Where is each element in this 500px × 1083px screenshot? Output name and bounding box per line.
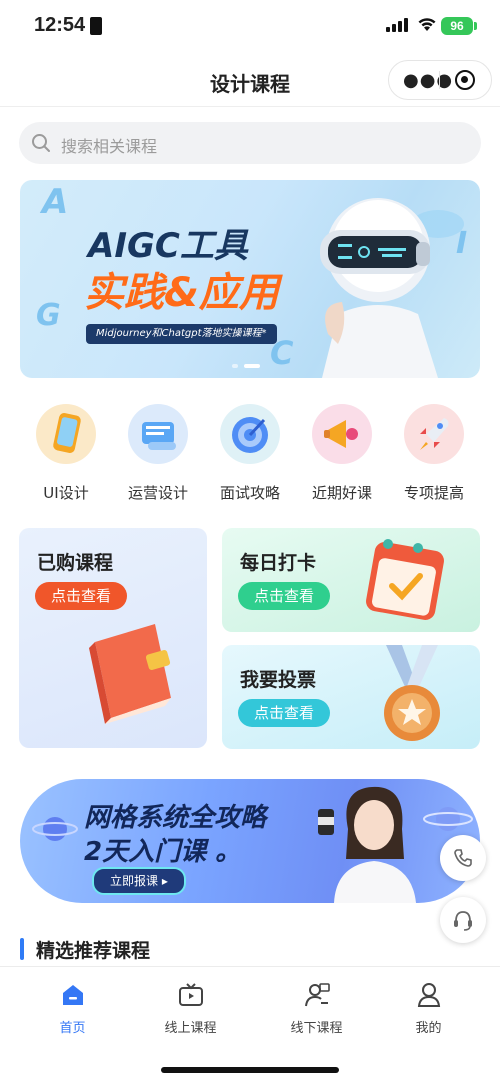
presenter-photo	[318, 786, 416, 903]
home-icon	[62, 985, 83, 1005]
category-special[interactable]: 专项提高	[388, 400, 480, 503]
card-daily-checkin[interactable]: 每日打卡 点击查看	[222, 528, 480, 632]
medal-icon	[384, 645, 440, 741]
category-recent-courses[interactable]: 近期好课	[296, 400, 388, 503]
tab-label: 线上课程	[164, 1021, 217, 1036]
carousel-dot-active[interactable]	[244, 364, 260, 368]
category-label: UI设计	[43, 484, 89, 502]
category-icon-circle	[312, 404, 372, 464]
rocket-icon	[420, 418, 449, 450]
target-icon[interactable]	[455, 70, 475, 90]
card-title: 已购课程	[37, 552, 114, 574]
battery-indicator: 96	[441, 17, 473, 35]
carousel-dot[interactable]	[232, 364, 238, 368]
category-icon-circle	[36, 404, 96, 464]
tab-mine[interactable]: 我的	[366, 981, 491, 1036]
search-placeholder: 搜索相关课程	[61, 137, 158, 156]
planet-ring-icon	[423, 807, 473, 831]
phone-icon	[53, 413, 81, 453]
section-title: 精选推荐课程	[36, 940, 151, 962]
banner-subtitle: 实践&应用	[84, 270, 279, 316]
more-dots-icon[interactable]: ●●●	[403, 70, 453, 91]
robot-mascot-icon	[320, 198, 464, 378]
category-label: 专项提高	[403, 484, 464, 502]
category-ui-design[interactable]: UI设计	[20, 400, 112, 503]
search-bar[interactable]: 搜索相关课程	[19, 122, 481, 164]
banner-tagline: Midjourney和Chatgpt落地实操课程*	[86, 324, 277, 344]
home-indicator	[161, 1067, 339, 1073]
status-time: 12:54	[34, 14, 86, 36]
view-vote-button[interactable]: 点击查看	[238, 699, 331, 727]
signal-icon	[386, 18, 408, 32]
book-icon	[89, 624, 171, 724]
category-label: 运营设计	[127, 484, 188, 502]
tab-label: 我的	[415, 1021, 442, 1036]
category-interview[interactable]: 面试攻略	[204, 400, 296, 503]
view-checkin-button[interactable]: 点击查看	[238, 582, 331, 610]
scroll-icon	[142, 422, 176, 450]
planet-icon	[32, 817, 78, 841]
promo-title: 网格系统全攻略	[84, 803, 267, 833]
category-icon-circle	[220, 404, 280, 464]
wifi-icon	[418, 18, 436, 31]
tv-icon	[178, 983, 203, 1006]
sim-card-icon	[90, 17, 102, 35]
promo-banner[interactable]: 网格系统全攻略 2天入门课 。 立即报课 ▸	[20, 779, 480, 903]
navigation-bar: 设计课程 ●●●	[0, 54, 500, 107]
category-operation-design[interactable]: 运营设计	[112, 400, 204, 503]
battery-level: 96	[450, 19, 464, 33]
teacher-icon	[304, 983, 330, 1007]
tab-offline-courses[interactable]: 线下课程	[254, 981, 379, 1036]
mini-program-capsule: ●●●	[388, 60, 492, 100]
customer-service-button[interactable]	[440, 897, 486, 943]
category-icon-circle	[404, 404, 464, 464]
tab-label: 首页	[59, 1021, 86, 1036]
category-row: UI设计 运营设计 面试攻略 近期好课 专项提高	[20, 400, 480, 503]
phone-call-icon	[454, 849, 472, 867]
card-vote[interactable]: 我要投票 点击查看	[222, 645, 480, 749]
card-title: 每日打卡	[240, 552, 317, 574]
card-title: 我要投票	[240, 669, 317, 691]
category-icon-circle	[128, 404, 188, 464]
capsule-divider	[439, 71, 440, 89]
tab-online-courses[interactable]: 线上课程	[128, 981, 253, 1036]
battery-tip	[474, 22, 477, 30]
tab-home[interactable]: 首页	[10, 981, 135, 1036]
phone-call-button[interactable]	[440, 835, 486, 881]
section-accent-bar	[20, 938, 24, 960]
category-label: 近期好课	[311, 484, 372, 502]
status-bar: 12:54 96	[0, 0, 500, 54]
search-icon	[32, 134, 50, 152]
target-board-icon	[232, 417, 268, 453]
calendar-icon	[366, 539, 444, 620]
hero-banner[interactable]: A G C I AIGC工具 实践&应用 Midjourney和Chatgpt落…	[20, 180, 480, 378]
promo-subtitle: 2天入门课 。	[84, 837, 242, 867]
bottom-tab-bar: 首页 线上课程 线下课程 我的	[0, 966, 500, 1083]
enroll-now-button[interactable]: 立即报课 ▸	[92, 867, 186, 895]
card-purchased-courses[interactable]: 已购课程 点击查看	[19, 528, 207, 748]
headset-icon	[454, 911, 472, 931]
view-purchased-button[interactable]: 点击查看	[35, 582, 128, 610]
banner-letter-a: A	[42, 182, 69, 222]
megaphone-icon	[324, 420, 358, 448]
category-label: 面试攻略	[219, 484, 280, 502]
user-icon	[417, 983, 440, 1007]
tab-label: 线下课程	[290, 1021, 343, 1036]
banner-letter-g: G	[36, 298, 61, 333]
